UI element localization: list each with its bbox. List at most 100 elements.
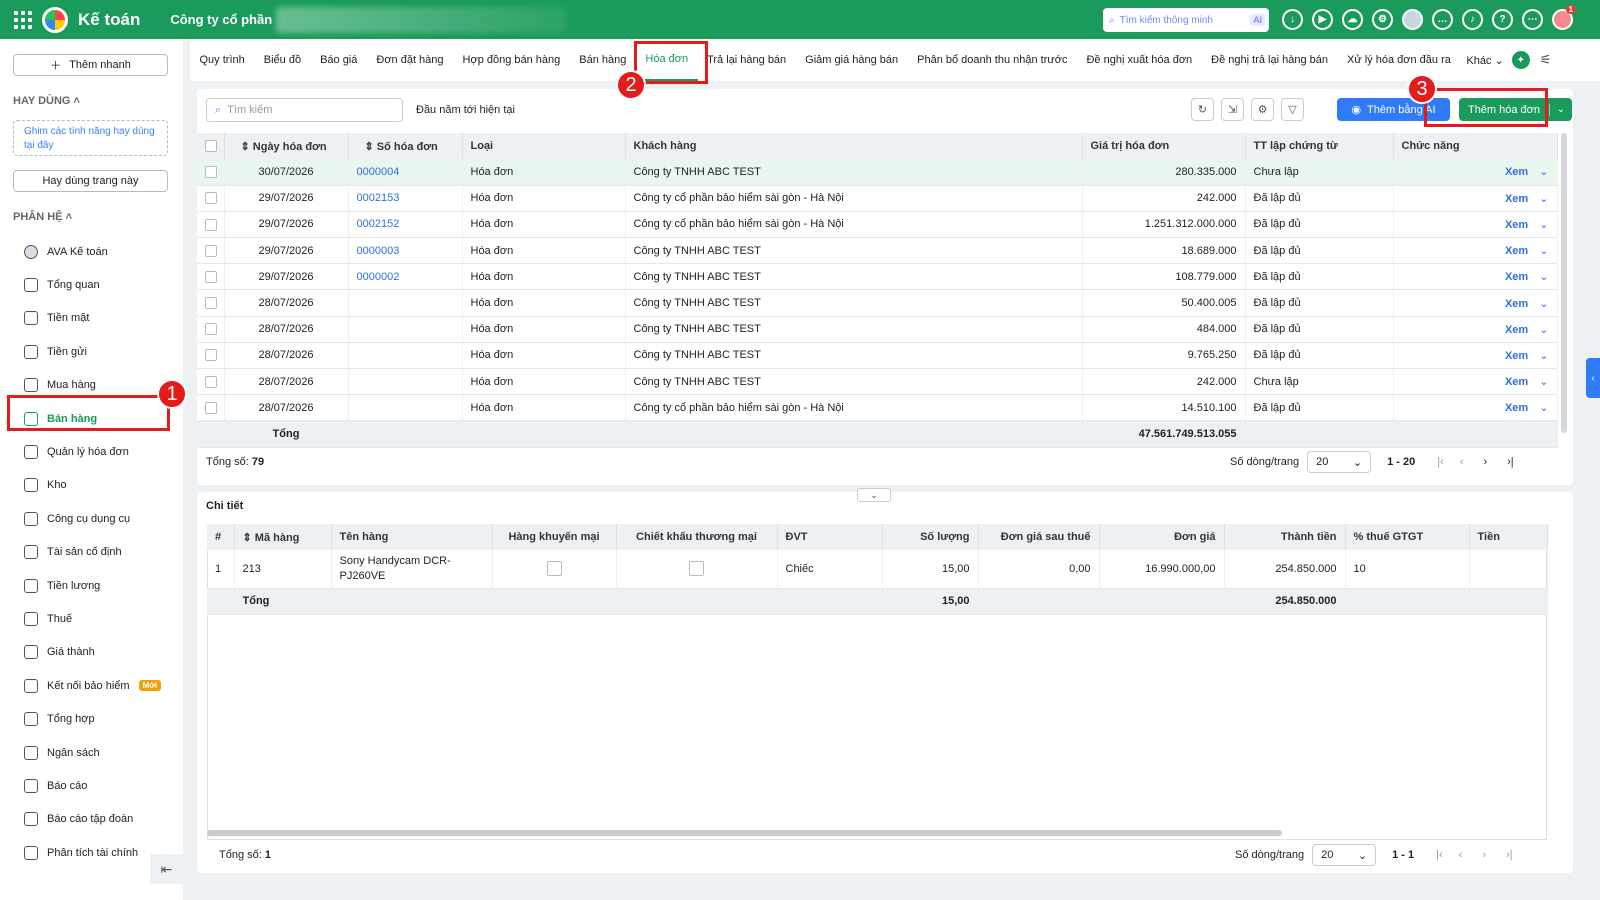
cell-invoice-number[interactable]: 0000004 [348, 159, 463, 186]
chevron-down-icon[interactable]: ⌄ [1539, 402, 1548, 414]
chevron-down-icon[interactable]: ⌄ [1550, 104, 1572, 115]
row-checkbox[interactable] [205, 297, 217, 310]
first-page-icon[interactable]: |‹ [1437, 456, 1444, 468]
cell-invoice-number[interactable] [348, 368, 463, 396]
sidebar-item[interactable]: Ngân sách [0, 736, 183, 769]
cell-invoice-number[interactable] [348, 342, 463, 370]
chevron-down-icon[interactable]: ⌄ [1539, 193, 1548, 205]
chevron-down-icon[interactable]: ⌄ [1539, 245, 1548, 257]
view-link[interactable]: Xem [1505, 324, 1528, 336]
chevron-down-icon[interactable]: ⌄ [1539, 219, 1548, 231]
side-panel-toggle-icon[interactable]: ‹ [1586, 358, 1600, 398]
detail-col-header[interactable]: Đơn giá [1099, 524, 1225, 550]
view-link[interactable]: Xem [1505, 245, 1528, 257]
export-icon[interactable]: ⇲ [1221, 98, 1244, 121]
quick-add-button[interactable]: ＋ Thêm nhanh [13, 54, 168, 76]
col-invoice-date[interactable]: ⇕ Ngày hóa đơn [224, 133, 349, 159]
tab[interactable]: Giảm giá hàng bán [796, 39, 908, 81]
frequent-section-title[interactable]: HAY DÙNG ˄ [13, 95, 80, 107]
cell-invoice-number[interactable]: 0002152 [348, 211, 463, 239]
sidebar-item[interactable]: Tiền lương [0, 569, 183, 602]
chevron-down-icon[interactable]: ⌄ [1539, 376, 1548, 388]
tab[interactable]: Biểu đồ [254, 39, 310, 81]
col-customer[interactable]: Khách hàng [625, 133, 1083, 159]
vertical-scrollbar[interactable] [1561, 133, 1567, 433]
table-row[interactable]: 30/07/2026 0000004 Hóa đơn Công ty TNHH ABC… [197, 159, 1558, 186]
sidebar-item[interactable]: Tiền gửi [0, 335, 183, 368]
cell-invoice-number[interactable] [348, 289, 463, 317]
row-checkbox[interactable] [205, 349, 217, 362]
row-checkbox[interactable] [205, 165, 217, 178]
company-name[interactable]: Công ty cổ phần [170, 12, 272, 27]
last-page-icon[interactable]: ›| [1507, 456, 1514, 468]
detail-col-header[interactable]: ⇕ Mã hàng [234, 524, 332, 550]
rows-per-page-select[interactable]: 20 ⌄ [1312, 844, 1377, 866]
cell-invoice-number[interactable]: 0002153 [348, 185, 463, 212]
view-link[interactable]: Xem [1505, 271, 1528, 283]
first-page-icon[interactable]: |‹ [1436, 849, 1443, 861]
discount-checkbox[interactable] [616, 550, 778, 589]
more-icon[interactable]: ⋯ [1522, 9, 1543, 30]
detail-col-header[interactable]: % thuế GTGT [1345, 524, 1470, 550]
cell-invoice-number[interactable] [348, 316, 463, 343]
prev-page-icon[interactable]: ‹ [1459, 849, 1463, 861]
row-checkbox[interactable] [205, 375, 217, 388]
detail-col-header[interactable]: ĐVT [777, 524, 883, 550]
table-row[interactable]: 28/07/2026 Hóa đơn Công ty cổ phần bảo hiể… [197, 394, 1558, 422]
table-row[interactable]: 29/07/2026 0002153 Hóa đơn Công ty cổ phần … [197, 185, 1558, 212]
help-icon[interactable]: ? [1492, 9, 1513, 30]
view-link[interactable]: Xem [1505, 350, 1528, 362]
detail-col-header[interactable]: Tên hàng [331, 524, 493, 550]
prev-page-icon[interactable]: ‹ [1460, 456, 1464, 468]
cloud-icon[interactable]: ☁ [1342, 9, 1363, 30]
row-checkbox[interactable] [205, 218, 217, 231]
settings-icon[interactable]: ⚙ [1251, 98, 1274, 121]
next-page-icon[interactable]: › [1482, 849, 1486, 861]
table-row[interactable]: 28/07/2026 Hóa đơn Công ty TNHH ABC TEST 24… [197, 368, 1558, 396]
cell-invoice-number[interactable] [348, 394, 463, 422]
user-avatar[interactable]: 1 [1552, 5, 1576, 30]
refresh-icon[interactable]: ↻ [1191, 98, 1214, 121]
sidebar-item[interactable]: Kho [0, 469, 183, 502]
col-type[interactable]: Loại [462, 133, 626, 159]
select-all-checkbox[interactable] [197, 133, 225, 159]
chevron-down-icon[interactable]: ⌄ [1539, 298, 1548, 310]
sidebar-item[interactable]: Tiền mặt [0, 302, 183, 335]
tab[interactable]: Trả lại hàng bán [698, 39, 796, 81]
download-icon[interactable]: ↓ [1282, 9, 1303, 30]
tab[interactable]: Hợp đồng bán hàng [453, 39, 570, 81]
detail-col-header[interactable]: Tiền [1469, 524, 1548, 550]
apps-grid-icon[interactable] [12, 9, 34, 31]
col-invoice-number[interactable]: ⇕ Số hóa đơn [348, 133, 463, 159]
cell-invoice-number[interactable]: 0000002 [348, 263, 463, 291]
chat-icon[interactable]: … [1432, 9, 1453, 30]
sidebar-item[interactable]: Thuế [0, 602, 183, 635]
sidebar-item[interactable]: Tổng hợp [0, 702, 183, 735]
sidebar-item[interactable]: Công cụ dụng cụ [0, 502, 183, 535]
use-this-page-button[interactable]: Hay dùng trang này [13, 170, 168, 192]
period-filter[interactable]: Đầu năm tới hiện tại [416, 104, 515, 116]
table-row[interactable]: 28/07/2026 Hóa đơn Công ty TNHH ABC TEST 9.… [197, 342, 1558, 370]
chevron-down-icon[interactable]: ⌄ [1539, 324, 1548, 336]
sidebar-item[interactable]: Quản lý hóa đơn [0, 435, 183, 468]
view-link[interactable]: Xem [1505, 298, 1528, 310]
col-voucher-status[interactable]: TT lập chứng từ [1245, 133, 1394, 159]
tab-more[interactable]: Khác ⌄ [1466, 54, 1503, 67]
last-page-icon[interactable]: ›| [1506, 849, 1513, 861]
chevron-down-icon[interactable]: ⌄ [1539, 350, 1548, 362]
horizontal-scrollbar[interactable] [207, 830, 1282, 836]
table-row[interactable]: 29/07/2026 0002152 Hóa đơn Công ty cổ phần … [197, 211, 1558, 239]
system-section-title[interactable]: PHÂN HỆ ˄ [13, 211, 72, 223]
table-row[interactable]: 28/07/2026 Hóa đơn Công ty TNHH ABC TEST 50… [197, 289, 1558, 317]
sidebar-item[interactable]: Báo cáo [0, 769, 183, 802]
detail-col-header[interactable]: Thành tiền [1224, 524, 1346, 550]
view-link[interactable]: Xem [1505, 402, 1528, 414]
collapse-sidebar-icon[interactable]: ⇤ [150, 854, 183, 884]
sidebar-item[interactable]: Giá thành [0, 636, 183, 669]
view-link[interactable]: Xem [1505, 166, 1528, 178]
detail-col-header[interactable]: Số lượng [882, 524, 979, 550]
tab[interactable]: Phân bổ doanh thu nhận trước [908, 39, 1077, 81]
detail-col-header[interactable]: Chiết khấu thương mại [616, 524, 778, 550]
sidebar-item[interactable]: Tổng quan [0, 268, 183, 301]
tab[interactable]: Đề nghị trả lại hàng bán [1202, 39, 1338, 81]
